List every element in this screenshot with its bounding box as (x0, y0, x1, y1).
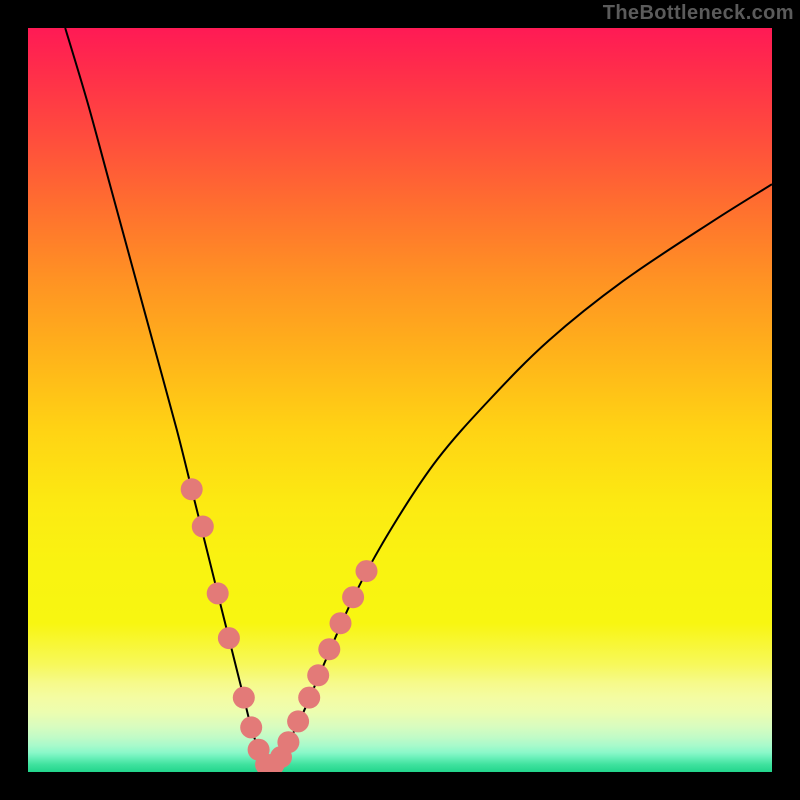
highlight-dot (240, 716, 262, 738)
highlight-dot (277, 731, 299, 753)
highlight-dot (207, 582, 229, 604)
highlight-dot (192, 516, 214, 538)
highlight-dot (298, 687, 320, 709)
highlight-dot (287, 710, 309, 732)
highlight-dot (181, 478, 203, 500)
plot-frame (28, 28, 772, 772)
highlight-dot (307, 664, 329, 686)
highlight-dot (233, 687, 255, 709)
highlight-dot (318, 638, 340, 660)
bottleneck-curve (65, 28, 772, 766)
highlight-dot (330, 612, 352, 634)
chart-root: TheBottleneck.com (0, 0, 800, 800)
highlight-dot (356, 560, 378, 582)
highlight-dot (342, 586, 364, 608)
watermark-text: TheBottleneck.com (603, 2, 794, 25)
highlight-dot (218, 627, 240, 649)
bottleneck-curve-plot (28, 28, 772, 772)
highlight-dots-group (181, 478, 378, 772)
